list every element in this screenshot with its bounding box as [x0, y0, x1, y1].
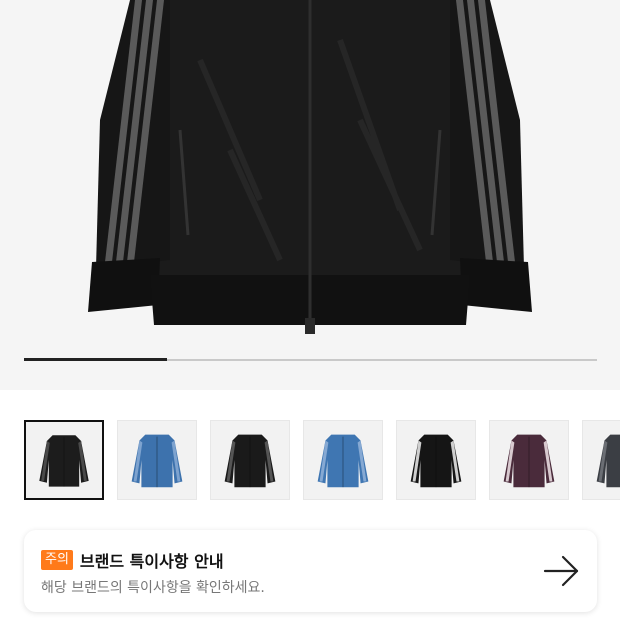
gallery-progress-fill — [24, 358, 168, 361]
thumb-black-jacket-2[interactable] — [210, 420, 290, 500]
thumb-black-denim-jacket[interactable] — [24, 420, 104, 500]
arrow-right-icon[interactable] — [543, 554, 581, 588]
notice-subtitle: 해당 브랜드의 특이사항을 확인하세요. — [41, 580, 265, 596]
thumb-grey-jacket[interactable] — [582, 420, 620, 500]
gallery-progress-track — [24, 358, 597, 361]
product-main-image[interactable] — [0, 0, 620, 390]
jacket-thumbnail-image — [224, 434, 276, 488]
notice-title: 브랜드 특이사항 안내 — [79, 552, 224, 571]
caution-badge: 주의 — [41, 550, 73, 570]
thumbnail-strip[interactable] — [24, 420, 620, 500]
jacket-thumbnail-image — [39, 435, 89, 487]
jacket-thumbnail-image — [317, 434, 369, 488]
brand-notice-card[interactable]: 주의 브랜드 특이사항 안내 해당 브랜드의 특이사항을 확인하세요. — [24, 530, 597, 612]
notice-header: 주의 브랜드 특이사항 안내 — [41, 548, 224, 572]
jacket-illustration — [88, 0, 532, 334]
jacket-thumbnail-image — [503, 434, 555, 488]
thumb-blue-jacket-2[interactable] — [303, 420, 383, 500]
jacket-thumbnail-image — [410, 434, 462, 488]
jacket-thumbnail-image — [131, 434, 183, 488]
thumb-black-white-stripe-jacket[interactable] — [396, 420, 476, 500]
thumb-blue-jacket[interactable] — [117, 420, 197, 500]
thumb-purple-jacket[interactable] — [489, 420, 569, 500]
jacket-thumbnail-image — [596, 434, 620, 488]
